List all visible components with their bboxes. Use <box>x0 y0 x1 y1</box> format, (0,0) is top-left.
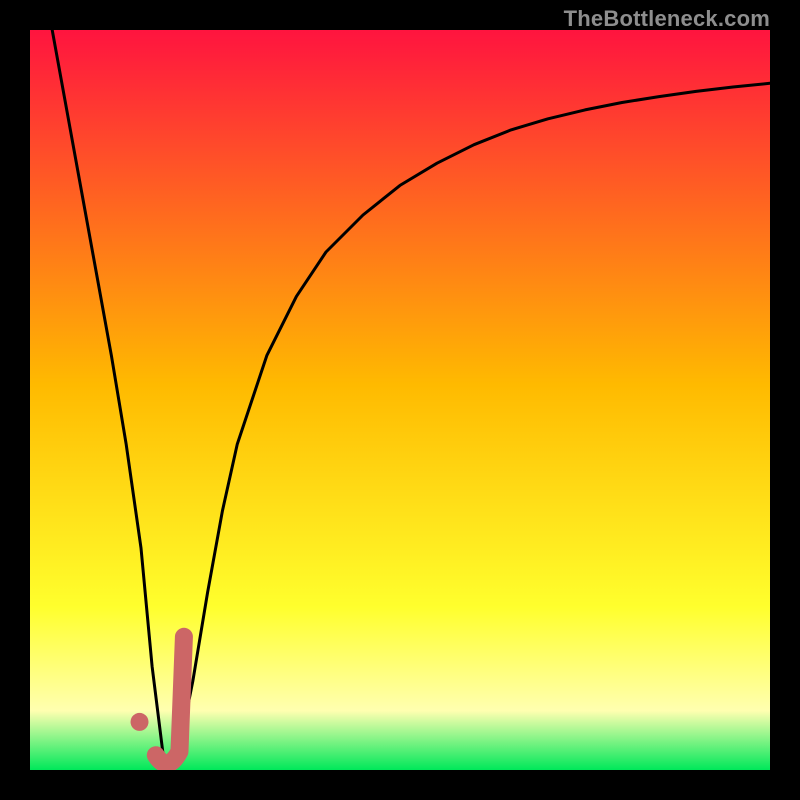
chart-svg <box>30 30 770 770</box>
marker-dot <box>131 713 149 731</box>
watermark-text: TheBottleneck.com <box>564 6 770 32</box>
chart-plot-area <box>30 30 770 770</box>
gradient-background <box>30 30 770 770</box>
black-frame: TheBottleneck.com <box>0 0 800 800</box>
